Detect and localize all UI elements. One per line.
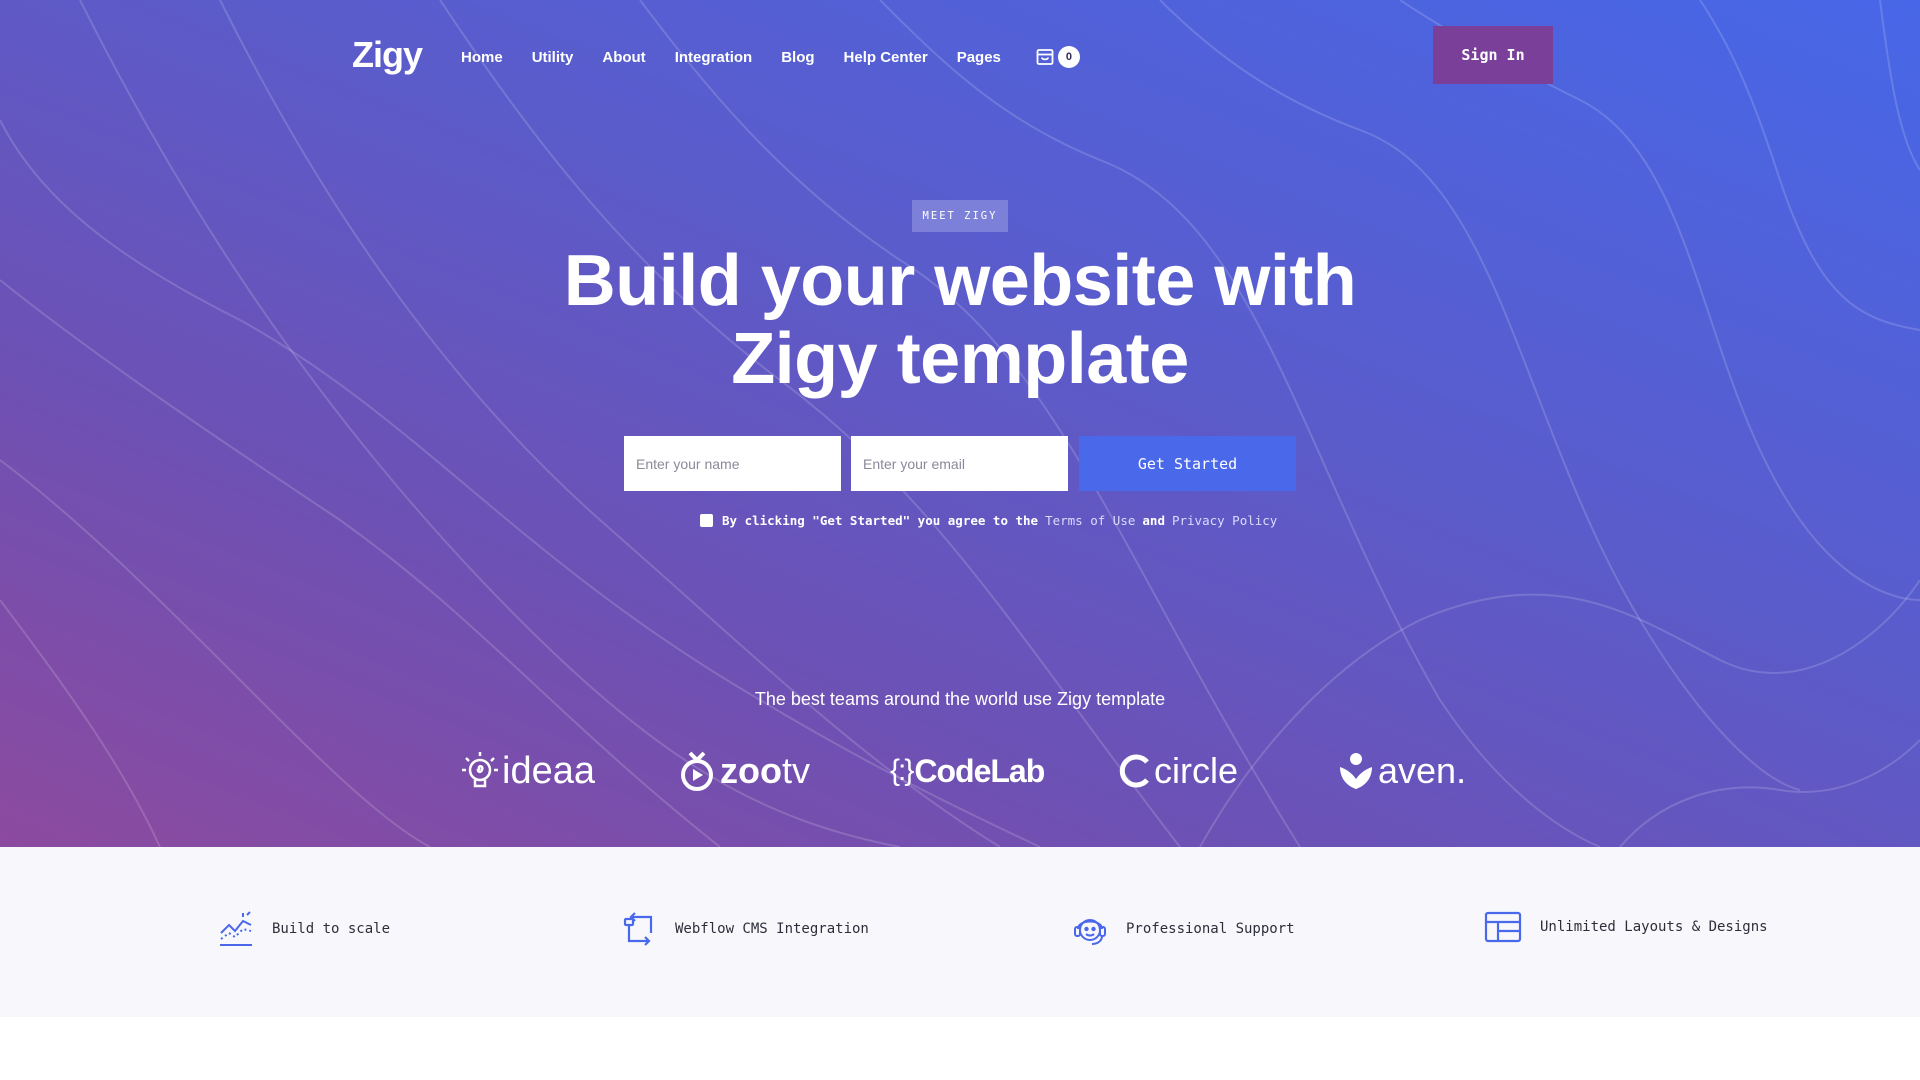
- teams-heading: The best teams around the world use Zigy…: [754, 689, 1166, 709]
- brand-ideaa-logo: ideaa: [460, 742, 595, 800]
- layout-grid-icon: [1484, 911, 1522, 943]
- main-nav: Home Utility About Integration Blog Help…: [461, 46, 1080, 68]
- leaf-person-icon: [1340, 753, 1372, 789]
- brand-ideaa-text: ideaa: [502, 749, 595, 792]
- sync-arrows-icon: [623, 912, 653, 946]
- nav-about[interactable]: About: [602, 49, 645, 66]
- email-input[interactable]: [851, 436, 1068, 491]
- get-started-button[interactable]: Get Started: [1079, 436, 1296, 491]
- brand-logos: ideaa zoo tv {:} CodeLab circle aven.: [460, 742, 1466, 800]
- nav-pages[interactable]: Pages: [957, 49, 1001, 66]
- nav-help-center[interactable]: Help Center: [844, 49, 928, 66]
- cart-count-badge: 0: [1057, 46, 1080, 68]
- hero-headline-line2: Zigy template: [731, 319, 1189, 399]
- support-agent-icon: [1074, 919, 1106, 945]
- site-logo[interactable]: Zigy: [352, 34, 423, 76]
- nav-utility[interactable]: Utility: [532, 49, 574, 66]
- name-input[interactable]: [624, 436, 841, 491]
- feature-label: Webflow CMS Integration: [675, 921, 869, 937]
- cart-button[interactable]: 0: [1035, 46, 1080, 68]
- hero-eyebrow-badge: MEET ZIGY: [912, 200, 1008, 232]
- sign-in-button[interactable]: Sign In: [1433, 26, 1553, 84]
- nav-home[interactable]: Home: [461, 49, 503, 66]
- hero-headline-line1: Build your website with: [563, 241, 1357, 321]
- feature-unlimited-layouts: Unlimited Layouts & Designs: [1484, 911, 1768, 943]
- feature-webflow-cms: Webflow CMS Integration: [623, 911, 869, 947]
- chart-growth-icon: [220, 911, 252, 946]
- feature-build-to-scale: Build to scale: [218, 911, 390, 947]
- features-strip: Build to scale Webflow CMS Integration P…: [0, 847, 1920, 1017]
- brand-aven-text: aven.: [1378, 750, 1467, 791]
- feature-label: Professional Support: [1126, 921, 1295, 937]
- nav-blog[interactable]: Blog: [781, 49, 814, 66]
- consent-text: By clicking "Get Started" you agree to t…: [722, 513, 1039, 528]
- brand-zoo-text: zoo: [720, 750, 782, 791]
- brand-zootv-logo: zoo tv: [678, 742, 810, 800]
- brand-codelab-text: CodeLab: [914, 752, 1045, 789]
- privacy-policy-link[interactable]: Privacy Policy: [1172, 513, 1277, 528]
- consent-row: By clicking "Get Started" you agree to t…: [700, 513, 1277, 528]
- circle-mark-icon: [1119, 754, 1149, 788]
- nav-integration[interactable]: Integration: [675, 49, 753, 66]
- lightbulb-icon: [462, 752, 498, 788]
- play-tv-icon: [681, 751, 713, 791]
- brand-codelab-brace-glyph: {:}: [890, 754, 914, 787]
- feature-label: Unlimited Layouts & Designs: [1540, 919, 1768, 935]
- consent-checkbox[interactable]: [700, 514, 713, 527]
- feature-label: Build to scale: [272, 921, 391, 937]
- feature-professional-support: Professional Support: [1072, 911, 1295, 947]
- brand-circle-text: circle: [1154, 750, 1239, 791]
- terms-of-use-link[interactable]: Terms of Use: [1045, 513, 1135, 528]
- brand-circle-logo: circle: [1117, 742, 1238, 800]
- hero-headline: Build your website with Zigy template: [460, 242, 1460, 398]
- hero-section: Zigy Home Utility About Integration Blog…: [0, 0, 1920, 847]
- brand-tv-text: tv: [781, 750, 810, 791]
- brand-codelab-logo: {:} CodeLab: [890, 742, 1045, 800]
- consent-and-text: and: [1142, 513, 1165, 528]
- brand-aven-logo: aven.: [1336, 742, 1466, 800]
- background-contour-lines: [0, 0, 1920, 847]
- cart-icon: [1035, 47, 1055, 67]
